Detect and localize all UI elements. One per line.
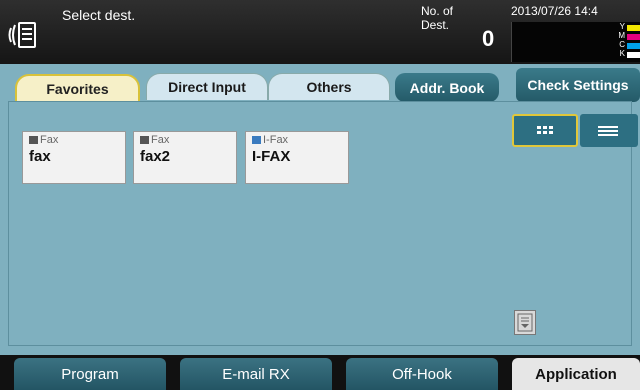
dest-count-label: No. of Dest. bbox=[421, 4, 454, 32]
scroll-down-icon bbox=[517, 313, 533, 332]
application-button[interactable]: Application bbox=[512, 358, 640, 390]
destination-button-fax2[interactable]: Fax fax2 bbox=[133, 131, 237, 184]
toner-k: K bbox=[615, 49, 640, 59]
tab-favorites[interactable]: Favorites bbox=[15, 74, 140, 101]
check-settings-button[interactable]: Check Settings bbox=[516, 68, 640, 102]
email-rx-button[interactable]: E-mail RX bbox=[180, 358, 332, 390]
fax-icon bbox=[140, 136, 149, 145]
dest-name: fax2 bbox=[140, 148, 171, 165]
grid-view-button[interactable] bbox=[512, 114, 578, 147]
grid-view-icon bbox=[537, 126, 553, 134]
destination-button-fax[interactable]: Fax fax bbox=[22, 131, 126, 184]
off-hook-button[interactable]: Off-Hook bbox=[346, 358, 498, 390]
program-button[interactable]: Program bbox=[14, 358, 166, 390]
dest-name: I-FAX bbox=[252, 148, 291, 165]
dest-count-value: 0 bbox=[482, 26, 495, 51]
datetime: 2013/07/26 14:4 bbox=[511, 4, 598, 18]
addr-book-button[interactable]: Addr. Book bbox=[395, 73, 499, 102]
destination-button-ifax[interactable]: I-Fax I-FAX bbox=[245, 131, 349, 184]
list-view-button[interactable] bbox=[580, 114, 638, 147]
dest-type: Fax bbox=[29, 134, 58, 146]
scroll-down-button[interactable] bbox=[514, 310, 536, 335]
dest-name: fax bbox=[29, 148, 51, 165]
fax-mode-icon bbox=[8, 22, 36, 48]
toner-levels: Y M C K bbox=[511, 22, 640, 62]
list-view-icon bbox=[598, 126, 618, 136]
tab-direct-input[interactable]: Direct Input bbox=[146, 73, 268, 100]
ifax-icon bbox=[252, 136, 261, 145]
dest-type: I-Fax bbox=[252, 134, 288, 146]
tab-others[interactable]: Others bbox=[268, 73, 390, 100]
dest-type: Fax bbox=[140, 134, 169, 146]
page-title: Select dest. bbox=[62, 7, 136, 23]
fax-icon bbox=[29, 136, 38, 145]
